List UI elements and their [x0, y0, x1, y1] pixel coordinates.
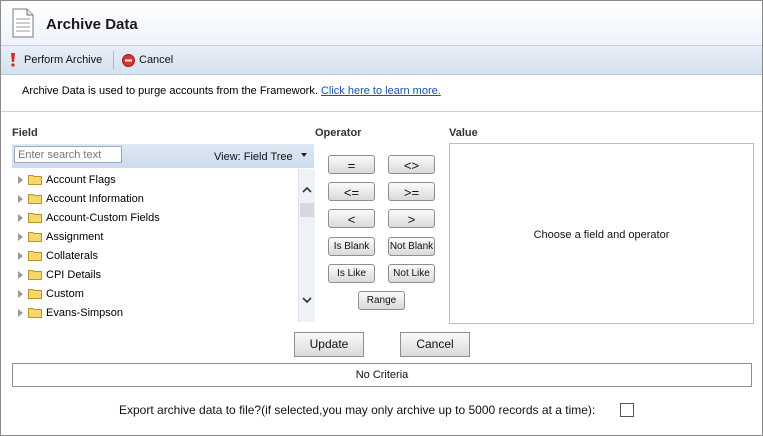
tree-item-label: CPI Details — [46, 268, 102, 281]
cancel-toolbar-label: Cancel — [139, 54, 174, 66]
folder-icon — [28, 308, 42, 318]
operator-not-blank-button[interactable]: Not Blank — [388, 237, 435, 256]
toolbar-separator — [113, 51, 114, 69]
folder-icon — [28, 213, 42, 223]
tree-item-custom[interactable]: Custom — [12, 284, 84, 303]
info-text: Archive Data is used to purge accounts f… — [22, 85, 441, 97]
folder-icon — [28, 232, 42, 242]
field-label: Field — [12, 127, 38, 139]
folder-icon — [28, 194, 42, 204]
scroll-up-icon[interactable] — [302, 185, 312, 195]
tree-item-label: Collaterals — [46, 249, 98, 262]
tree-item-label: Account Flags — [46, 173, 116, 186]
cancel-button[interactable]: Cancel — [400, 332, 470, 357]
page-title: Archive Data — [46, 16, 138, 33]
folder-icon — [28, 251, 42, 261]
expand-arrow-icon[interactable] — [18, 213, 23, 222]
exclamation-icon — [11, 53, 15, 67]
operator-greater-equal-button[interactable]: >= — [388, 182, 435, 201]
expand-arrow-icon[interactable] — [18, 175, 23, 184]
tree-item-label: Assignment — [46, 230, 104, 243]
value-label: Value — [449, 127, 478, 139]
export-checkbox[interactable] — [620, 403, 634, 417]
tree-item-collaterals[interactable]: Collaterals — [12, 246, 98, 265]
operator-greater-than-button[interactable]: > — [388, 209, 435, 228]
perform-archive-label: Perform Archive — [24, 54, 103, 66]
tree-item-label: Custom — [46, 287, 84, 300]
expand-arrow-icon[interactable] — [18, 251, 23, 260]
tree-item-evans-simpson[interactable]: Evans-Simpson — [12, 303, 123, 322]
folder-icon — [28, 270, 42, 280]
expand-arrow-icon[interactable] — [18, 270, 23, 279]
perform-archive-button[interactable]: Perform Archive — [9, 52, 102, 68]
view-selector[interactable]: View: Field Tree — [214, 151, 293, 163]
chevron-down-icon[interactable] — [301, 153, 307, 157]
export-label: Export archive data to file?(if selected… — [119, 403, 596, 417]
operator-is-blank-button[interactable]: Is Blank — [328, 237, 375, 256]
tree-item-account-information[interactable]: Account Information — [12, 189, 144, 208]
expand-arrow-icon[interactable] — [18, 194, 23, 203]
scroll-down-icon[interactable] — [302, 295, 312, 305]
document-icon — [12, 8, 34, 38]
scrollbar-thumb[interactable] — [300, 203, 314, 217]
learn-more-link[interactable]: Click here to learn more. — [321, 85, 441, 97]
operator-not-equal-button[interactable]: <> — [388, 155, 435, 174]
tree-scrollbar[interactable] — [298, 169, 315, 322]
operator-less-equal-button[interactable]: <= — [328, 182, 375, 201]
toolbar: Perform Archive Cancel — [1, 46, 762, 75]
tree-item-label: Evans-Simpson — [46, 306, 124, 319]
tree-item-label: Account-Custom Fields — [46, 211, 160, 224]
criteria-box: No Criteria — [12, 363, 752, 387]
operator-equals-button[interactable]: = — [328, 155, 375, 174]
expand-arrow-icon[interactable] — [18, 289, 23, 298]
operator-label: Operator — [315, 127, 362, 139]
value-panel: Choose a field and operator — [449, 143, 754, 324]
operator-less-than-button[interactable]: < — [328, 209, 375, 228]
cancel-toolbar-button[interactable]: Cancel — [122, 52, 173, 68]
expand-arrow-icon[interactable] — [18, 308, 23, 317]
operator-range-button[interactable]: Range — [358, 291, 405, 310]
value-placeholder: Choose a field and operator — [533, 229, 670, 241]
folder-icon — [28, 289, 42, 299]
title-bar: Archive Data — [1, 1, 762, 46]
tree-item-assignment[interactable]: Assignment — [12, 227, 103, 246]
tree-item-account-custom-fields[interactable]: Account-Custom Fields — [12, 208, 160, 227]
tree-item-cpi-details[interactable]: CPI Details — [12, 265, 101, 284]
expand-arrow-icon[interactable] — [18, 232, 23, 241]
tree-item-label: Account Information — [46, 192, 144, 205]
folder-icon — [28, 175, 42, 185]
search-input[interactable] — [14, 146, 122, 163]
cancel-icon — [122, 53, 135, 67]
operator-is-like-button[interactable]: Is Like — [328, 264, 375, 283]
update-button[interactable]: Update — [294, 332, 364, 357]
field-tree: Account Flags Account Information Accoun… — [12, 169, 298, 322]
tree-item-account-flags[interactable]: Account Flags — [12, 170, 116, 189]
section-divider — [1, 111, 762, 112]
info-description: Archive Data is used to purge accounts f… — [22, 85, 318, 97]
archive-data-window: Archive Data Perform Archive Cancel Arch… — [0, 0, 763, 436]
operator-not-like-button[interactable]: Not Like — [388, 264, 435, 283]
